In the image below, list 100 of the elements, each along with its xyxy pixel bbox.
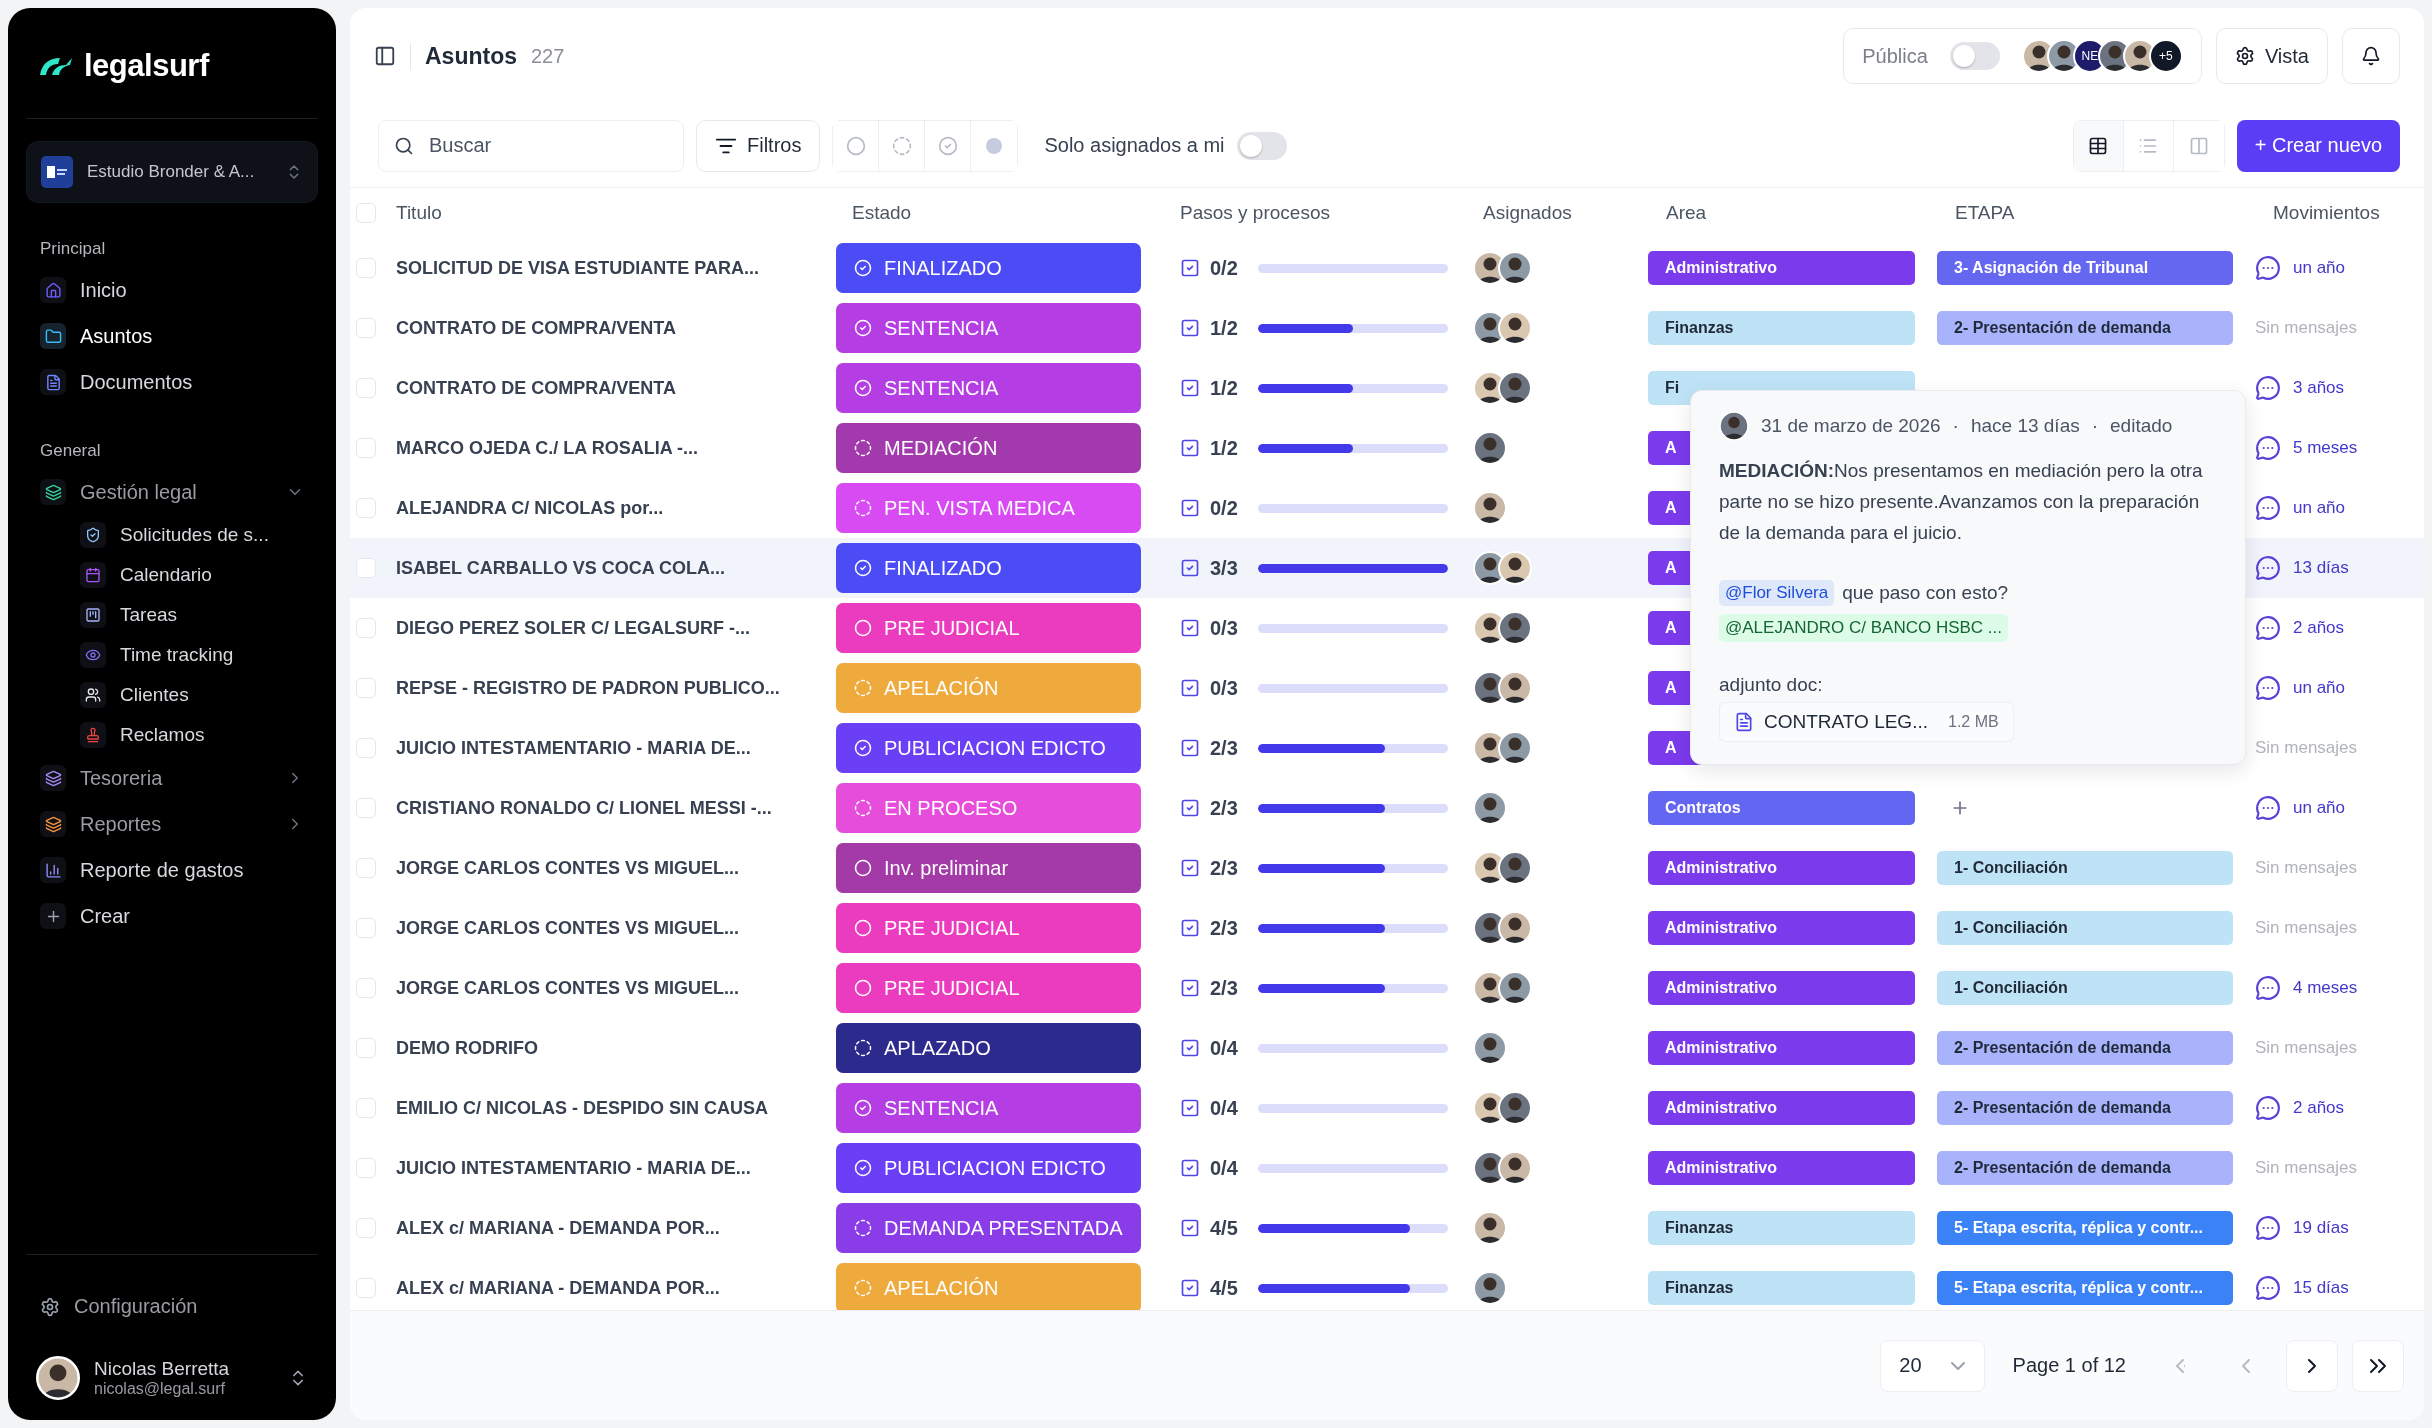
chat-icon[interactable] [2255,615,2281,641]
stage-tag[interactable]: 2- Presentación de demanda [1937,1151,2233,1185]
row-checkbox[interactable] [356,858,376,878]
chat-icon[interactable] [2255,1275,2281,1301]
status-badge[interactable]: PUBLICIACION EDICTO [836,1143,1141,1193]
nav-item[interactable]: Documentos [26,359,318,405]
sidebar-toggle-icon[interactable] [374,45,396,67]
chat-icon[interactable] [2255,675,2281,701]
nav-item[interactable]: Inicio [26,267,318,313]
column-header: Estado [851,202,913,224]
row-checkbox[interactable] [356,318,376,338]
view-mode-button[interactable] [2073,120,2124,171]
filters-button[interactable]: Filtros [696,119,821,172]
nav-item[interactable]: Reclamos [26,715,318,755]
row-checkbox[interactable] [356,1218,376,1238]
chat-icon[interactable] [2255,375,2281,401]
nav-item[interactable]: Tareas [26,595,318,635]
status-badge[interactable]: SENTENCIA [836,303,1141,353]
next-page-button[interactable] [2286,1339,2338,1392]
row-checkbox[interactable] [356,978,376,998]
status-badge[interactable]: PRE JUDICIAL [836,603,1141,653]
area-tag[interactable]: Administrativo [1648,911,1915,945]
nav-item[interactable]: Reporte de gastos [26,847,318,893]
row-checkbox[interactable] [356,558,376,578]
area-tag[interactable]: Finanzas [1648,311,1915,345]
attachment-chip[interactable]: CONTRATO LEG... 1.2 MB [1719,702,2014,742]
nav-item[interactable]: Clientes [26,675,318,715]
last-page-button[interactable] [2352,1339,2404,1392]
chat-icon[interactable] [2255,255,2281,281]
status-badge[interactable]: DEMANDA PRESENTADA [836,1203,1141,1253]
status-badge[interactable]: FINALIZADO [836,543,1141,593]
status-badge[interactable]: SENTENCIA [836,363,1141,413]
nav-item[interactable]: Tesoreria [26,755,318,801]
nav-item[interactable]: Time tracking [26,635,318,675]
row-checkbox[interactable] [356,918,376,938]
row-checkbox[interactable] [356,1158,376,1178]
row-checkbox[interactable] [356,378,376,398]
select-all-checkbox[interactable] [356,203,376,223]
status-badge[interactable]: FINALIZADO [836,243,1141,293]
public-toggle[interactable] [1949,42,2000,70]
chat-icon[interactable] [2255,975,2281,1001]
nav-item[interactable]: Crear [26,893,318,939]
area-tag[interactable]: Administrativo [1648,851,1915,885]
stage-tag[interactable]: 5- Etapa escrita, réplica y contr... [1937,1211,2233,1245]
status-badge[interactable]: PUBLICIACION EDICTO [836,723,1141,773]
row-checkbox[interactable] [356,498,376,518]
create-button[interactable]: + Crear nuevo [2236,119,2400,172]
workspace-selector[interactable]: Estudio Bronder & A... [26,141,318,203]
row-checkbox[interactable] [356,258,376,278]
chat-icon[interactable] [2255,495,2281,521]
chat-icon[interactable] [2255,1095,2281,1121]
stage-tag[interactable]: 2- Presentación de demanda [1937,311,2233,345]
stage-tag[interactable]: 3- Asignación de Tribunal [1937,251,2233,285]
page-size-select[interactable]: 20 [1880,1339,1985,1392]
stage-tag[interactable]: 1- Conciliación [1937,971,2233,1005]
status-badge[interactable]: PRE JUDICIAL [836,903,1141,953]
status-badge[interactable]: PRE JUDICIAL [836,963,1141,1013]
stage-tag[interactable]: 1- Conciliación [1937,911,2233,945]
status-badge[interactable]: SENTENCIA [836,1083,1141,1133]
status-filter-button[interactable] [833,120,880,171]
area-tag[interactable]: Finanzas [1648,1271,1915,1305]
search-field[interactable]: Buscar [378,119,684,172]
area-tag[interactable]: Contratos [1648,791,1915,825]
nav-item[interactable]: Calendario [26,555,318,595]
notifications-button[interactable] [2342,28,2400,84]
case-mention[interactable]: @ALEJANDRO C/ BANCO HSBC ... [1719,614,2009,642]
only-mine-toggle[interactable] [1236,131,1287,160]
nav-item[interactable]: Gestión legal [26,469,318,515]
row-checkbox[interactable] [356,1278,376,1298]
row-checkbox[interactable] [356,798,376,818]
area-tag[interactable]: Administrativo [1648,1031,1915,1065]
nav-item[interactable]: Solicitudes de s... [26,515,318,555]
user-mention[interactable]: @Flor Silvera [1719,580,1835,606]
row-checkbox[interactable] [356,1098,376,1118]
row-checkbox[interactable] [356,438,376,458]
nav-item[interactable]: Reportes [26,801,318,847]
chat-icon[interactable] [2255,795,2281,821]
stage-tag[interactable]: 2- Presentación de demanda [1937,1091,2233,1125]
nav-item[interactable]: Asuntos [26,313,318,359]
chat-icon[interactable] [2255,435,2281,461]
chat-icon[interactable] [2255,555,2281,581]
stage-tag[interactable]: 1- Conciliación [1937,851,2233,885]
stage-tag[interactable]: 5- Etapa escrita, réplica y contr... [1937,1271,2233,1305]
area-tag[interactable]: Administrativo [1648,251,1915,285]
status-badge[interactable]: Inv. preliminar [836,843,1141,893]
last-activity: Sin mensajes [2255,918,2358,938]
area-tag[interactable]: Administrativo [1648,971,1915,1005]
stage-tag[interactable]: 2- Presentación de demanda [1937,1031,2233,1065]
area-tag[interactable]: Finanzas [1648,1211,1915,1245]
row-checkbox[interactable] [356,618,376,638]
settings-link[interactable]: Configuración [26,1285,318,1328]
row-checkbox[interactable] [356,738,376,758]
view-button[interactable]: Vista [2215,28,2328,84]
area-tag[interactable]: Administrativo [1648,1091,1915,1125]
status-badge[interactable]: MEDIACIÓN [836,423,1141,473]
row-checkbox[interactable] [356,678,376,698]
status-badge[interactable]: APLAZADO [836,1023,1141,1073]
chat-icon[interactable] [2255,1215,2281,1241]
area-tag[interactable]: Administrativo [1648,1151,1915,1185]
row-checkbox[interactable] [356,1038,376,1058]
